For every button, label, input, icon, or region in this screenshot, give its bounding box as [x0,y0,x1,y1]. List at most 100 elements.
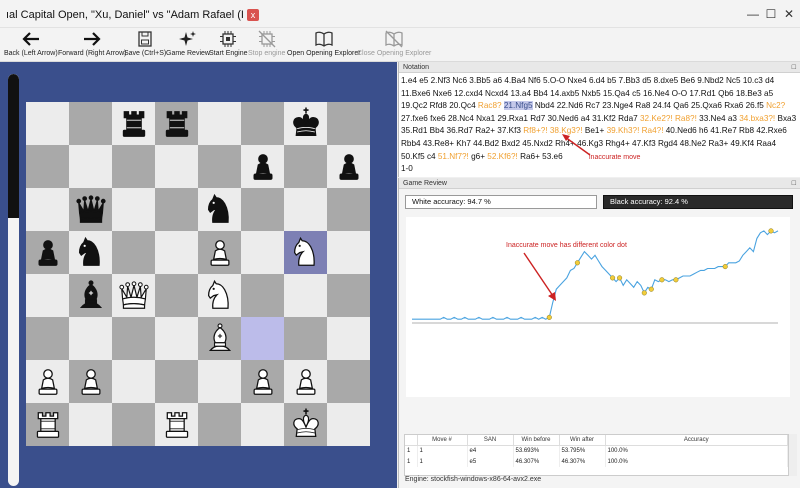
square-e8[interactable] [198,102,241,145]
square-e3[interactable] [198,317,241,360]
black-rook-icon[interactable] [158,105,196,143]
inaccurate-move[interactable]: Rf8+?! 38.Kg3?! [523,126,582,135]
square-d6[interactable] [155,188,198,231]
square-b6[interactable] [69,188,112,231]
pin-icon[interactable]: □ [792,62,796,73]
inaccurate-move-dot[interactable] [648,286,654,292]
white-pawn-icon[interactable] [244,363,282,401]
square-b3[interactable] [69,317,112,360]
square-a7[interactable] [26,145,69,188]
square-g2[interactable] [284,360,327,403]
square-g8[interactable] [284,102,327,145]
inaccurate-move[interactable]: 39.Kh3?! Ra4?! [607,126,664,135]
square-f8[interactable] [241,102,284,145]
square-a4[interactable] [26,274,69,317]
game-review-button[interactable]: Game Review [166,29,210,57]
black-knight-icon[interactable] [72,234,110,272]
square-f2[interactable] [241,360,284,403]
square-c7[interactable] [112,145,155,188]
square-h6[interactable] [327,188,370,231]
inaccurate-move-dot[interactable] [659,277,665,283]
evaluation-chart[interactable]: Inaccurate move has different color dot [406,217,790,397]
square-e7[interactable] [198,145,241,188]
black-queen-icon[interactable] [72,191,110,229]
back-button[interactable]: Back (Left Arrow) [4,29,58,57]
inaccurate-move-dot[interactable] [722,264,728,270]
maximize-icon[interactable]: ☐ [763,6,779,22]
game-tab[interactable]: ıal Capital Open, "Xu, Daniel" vs "Adam … [6,7,259,23]
black-knight-icon[interactable] [201,191,239,229]
square-d2[interactable] [155,360,198,403]
black-bishop-icon[interactable] [72,277,110,315]
table-header-cell[interactable]: SAN [467,435,514,446]
square-e1[interactable] [198,403,241,446]
square-g1[interactable] [284,403,327,446]
inaccurate-move[interactable]: 52.Kf6?! [487,152,518,161]
white-rook-icon[interactable] [29,406,67,444]
square-c5[interactable] [112,231,155,274]
square-b5[interactable] [69,231,112,274]
inaccurate-move[interactable]: Nc2? [766,101,785,110]
inaccurate-move-dot[interactable] [617,275,623,281]
chess-board[interactable] [26,102,370,446]
white-queen-icon[interactable] [115,277,153,315]
black-pawn-icon[interactable] [29,234,67,272]
square-a3[interactable] [26,317,69,360]
square-c2[interactable] [112,360,155,403]
square-a2[interactable] [26,360,69,403]
white-king-icon[interactable] [287,406,325,444]
tab-close-icon[interactable]: x [246,9,259,21]
square-c1[interactable] [112,403,155,446]
square-a6[interactable] [26,188,69,231]
inaccurate-move-dot[interactable] [673,277,679,283]
square-c3[interactable] [112,317,155,360]
table-header-cell[interactable]: Win before [513,435,560,446]
move-text[interactable]: g6+ [471,152,485,161]
white-rook-icon[interactable] [158,406,196,444]
square-d5[interactable] [155,231,198,274]
square-e5[interactable] [198,231,241,274]
square-d3[interactable] [155,317,198,360]
square-f4[interactable] [241,274,284,317]
square-g4[interactable] [284,274,327,317]
pin-icon[interactable]: □ [792,178,796,189]
square-g7[interactable] [284,145,327,188]
square-f7[interactable] [241,145,284,188]
square-a5[interactable] [26,231,69,274]
black-rook-icon[interactable] [115,105,153,143]
inaccurate-move[interactable]: 34.bxa3?! [739,114,775,123]
square-b1[interactable] [69,403,112,446]
square-e2[interactable] [198,360,241,403]
square-a1[interactable] [26,403,69,446]
square-c4[interactable] [112,274,155,317]
square-b8[interactable] [69,102,112,145]
move-text[interactable]: 27.fxe6 fxe6 28.Nc4 Nxa1 29.Rxa1 Rd7 30.… [401,114,638,123]
inaccurate-move-dot[interactable] [768,228,774,234]
start-engine-button[interactable]: Start Engine [209,29,248,57]
black-king-icon[interactable] [287,105,325,143]
table-header-cell[interactable]: Move # [417,435,468,446]
white-bishop-icon[interactable] [201,320,239,358]
square-e6[interactable] [198,188,241,231]
square-b4[interactable] [69,274,112,317]
inaccurate-move[interactable]: Rac8? [478,101,502,110]
move-text[interactable]: Be1+ [585,126,604,135]
square-h4[interactable] [327,274,370,317]
white-knight-icon[interactable] [201,277,239,315]
table-scrollbar[interactable] [789,434,797,476]
square-h3[interactable] [327,317,370,360]
table-row[interactable]: 1 1 e5 46.307% 46.307% 100.0% [405,456,788,467]
inaccurate-move[interactable]: 32.Ke2?! Ra8?! [640,114,697,123]
square-b7[interactable] [69,145,112,188]
inaccurate-move-dot[interactable] [641,290,647,296]
close-opening-explorer-button[interactable]: Close Opening Explorer [357,29,431,57]
square-d1[interactable] [155,403,198,446]
forward-button[interactable]: Forward (Right Arrow) [58,29,126,57]
current-move[interactable]: 21.Nfg5 [503,101,533,111]
move-text[interactable]: Nbd4 22.Nd6 Rc7 23.Nge4 Ra8 24.f4 Qa6 25… [535,101,764,110]
square-h2[interactable] [327,360,370,403]
square-d7[interactable] [155,145,198,188]
square-h1[interactable] [327,403,370,446]
close-window-icon[interactable]: ✕ [781,6,797,22]
square-g3[interactable] [284,317,327,360]
